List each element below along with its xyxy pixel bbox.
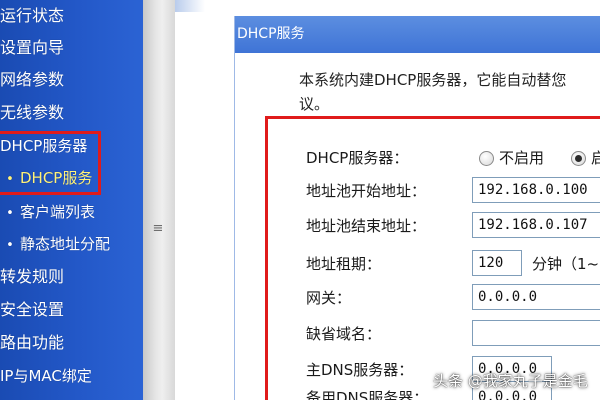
sidebar-item-label: 客户端列表: [20, 203, 96, 221]
domain-row: 缺省域名：: [306, 320, 600, 348]
enable-radio-label: 启: [591, 149, 600, 167]
sidebar-nav: 运行状态 设置向导 网络参数 无线参数 DHCP服务器 • DHCP服务 • 客户端…: [0, 0, 143, 400]
lease-label: 地址租期：: [306, 255, 382, 273]
sidebar-item-label: DHCP服务器: [0, 137, 88, 155]
pool-start-input[interactable]: 192.168.0.100: [472, 177, 600, 203]
frame-scroll-strip[interactable]: [143, 0, 175, 400]
intro-line-2: 议。: [299, 95, 330, 113]
sidebar-item-label: 转发规则: [0, 267, 65, 286]
pool-end-label: 地址池结束地址：: [306, 217, 427, 235]
pool-end-row: 地址池结束地址： 192.168.0.107: [306, 212, 600, 240]
lease-row: 地址租期： 120 分钟（1~: [306, 250, 600, 278]
sidebar-item-label: 安全设置: [0, 300, 65, 319]
primary-dns-label: 主DNS服务器：: [306, 361, 414, 379]
sidebar-item-setup-wizard[interactable]: 设置向导: [0, 34, 64, 62]
bullet-icon: •: [6, 206, 14, 221]
lease-unit: 分钟（1~: [532, 255, 600, 273]
pool-start-label: 地址池开始地址：: [306, 182, 427, 200]
sidebar-item-label: DHCP服务: [20, 169, 93, 187]
sidebar-item-label: 路由功能: [0, 333, 65, 352]
sidebar-item-routing[interactable]: 路由功能: [0, 329, 64, 357]
sidebar-subitem-dhcp-service[interactable]: • DHCP服务: [0, 164, 92, 192]
sidebar-item-network-params[interactable]: 网络参数: [0, 66, 64, 94]
domain-input[interactable]: [472, 320, 600, 346]
sidebar-item-label: 静态地址分配: [20, 235, 111, 253]
sidebar-item-ip-mac-binding[interactable]: IP与MAC绑定: [0, 362, 92, 390]
disable-radio[interactable]: [479, 151, 494, 166]
lease-input[interactable]: 120: [472, 250, 522, 276]
sidebar-item-label: 运行状态: [0, 6, 65, 25]
bullet-icon: •: [6, 238, 14, 253]
gateway-input[interactable]: 0.0.0.0: [472, 284, 600, 310]
dhcp-server-label: DHCP服务器：: [306, 149, 409, 167]
sidebar-item-wireless-params[interactable]: 无线参数: [0, 99, 64, 127]
pool-start-row: 地址池开始地址： 192.168.0.100: [306, 177, 600, 205]
sidebar-item-label: IP与MAC绑定: [0, 367, 92, 385]
intro-line-1: 本系统内建DHCP服务器，它能自动替您: [299, 71, 567, 89]
sidebar-item-forwarding-rules[interactable]: 转发规则: [0, 263, 64, 291]
domain-label: 缺省域名：: [306, 325, 382, 343]
sidebar-item-dhcp-server[interactable]: DHCP服务器: [0, 132, 87, 160]
sidebar-item-label: 网络参数: [0, 70, 65, 89]
intro-text: 本系统内建DHCP服务器，它能自动替您 议。: [299, 68, 599, 116]
pool-end-input[interactable]: 192.168.0.107: [472, 212, 600, 238]
sidebar-subitem-static-address[interactable]: • 静态地址分配: [0, 230, 110, 258]
gateway-row: 网关： 0.0.0.0: [306, 284, 600, 312]
sidebar-item-label: 无线参数: [0, 103, 65, 122]
panel-title: DHCP服务: [235, 16, 600, 53]
frame-corner: [175, 0, 205, 12]
gateway-label: 网关：: [306, 289, 352, 307]
sidebar-item-security-settings[interactable]: 安全设置: [0, 296, 64, 324]
main-panel: DHCP服务 本系统内建DHCP服务器，它能自动替您 议。 DHCP服务器： 不…: [234, 16, 600, 400]
dhcp-server-row: DHCP服务器： 不启用 启: [306, 144, 600, 172]
secondary-dns-label: 备用DNS服务器：: [306, 389, 429, 400]
enable-radio[interactable]: [571, 151, 586, 166]
bullet-icon: •: [6, 172, 14, 187]
sidebar-subitem-client-list[interactable]: • 客户端列表: [0, 198, 95, 226]
scroll-grip-icon[interactable]: ≡: [151, 222, 165, 236]
sidebar-item-label: 设置向导: [0, 38, 65, 57]
sidebar-item-running-status[interactable]: 运行状态: [0, 2, 64, 30]
watermark: 头条 @我家丸子是金毛: [433, 372, 588, 390]
disable-radio-label: 不启用: [499, 149, 545, 167]
